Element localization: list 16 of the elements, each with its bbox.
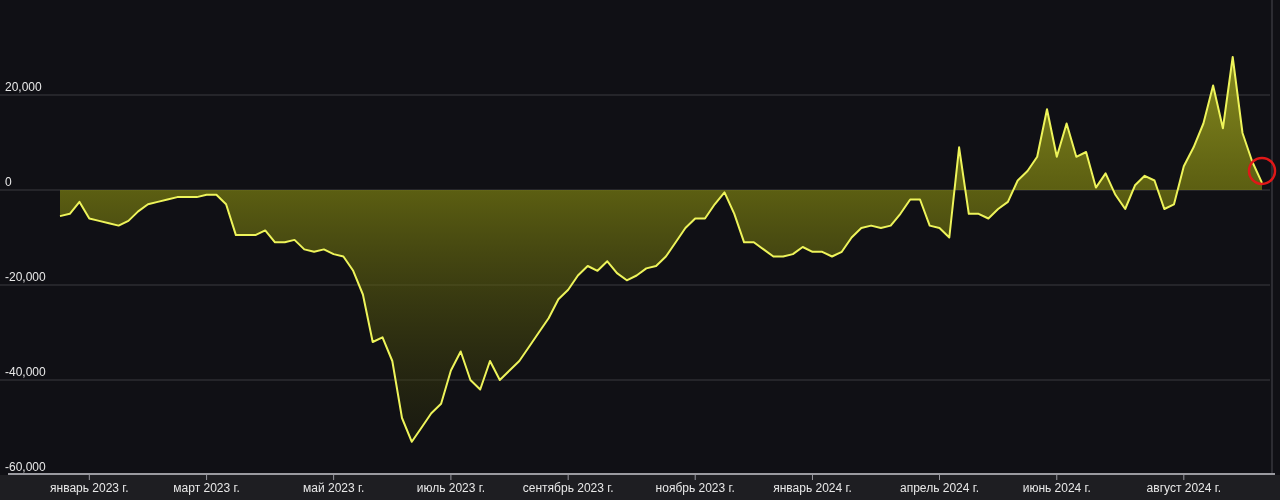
axis-label: апрель 2024 г. — [900, 481, 979, 495]
axis-label: июнь 2024 г. — [1022, 481, 1091, 495]
axis-label: 20,000 — [5, 80, 42, 94]
axis-label: июль 2023 г. — [416, 481, 486, 495]
axis-label: ноябрь 2023 г. — [655, 481, 735, 495]
axis-label: январь 2024 г. — [773, 481, 852, 495]
axis-label: 0 — [5, 175, 12, 189]
axis-label: -40,000 — [5, 365, 46, 379]
axis-label: январь 2023 г. — [50, 481, 129, 495]
axis-label: -20,000 — [5, 270, 46, 284]
axis-label: -60,000 — [5, 460, 46, 474]
highlight-circle — [1247, 156, 1277, 186]
axis-label: март 2023 г. — [173, 481, 240, 495]
axis-label: май 2023 г. — [303, 481, 365, 495]
axis-label: август 2024 г. — [1146, 481, 1221, 495]
axis-label: сентябрь 2023 г. — [522, 481, 614, 495]
